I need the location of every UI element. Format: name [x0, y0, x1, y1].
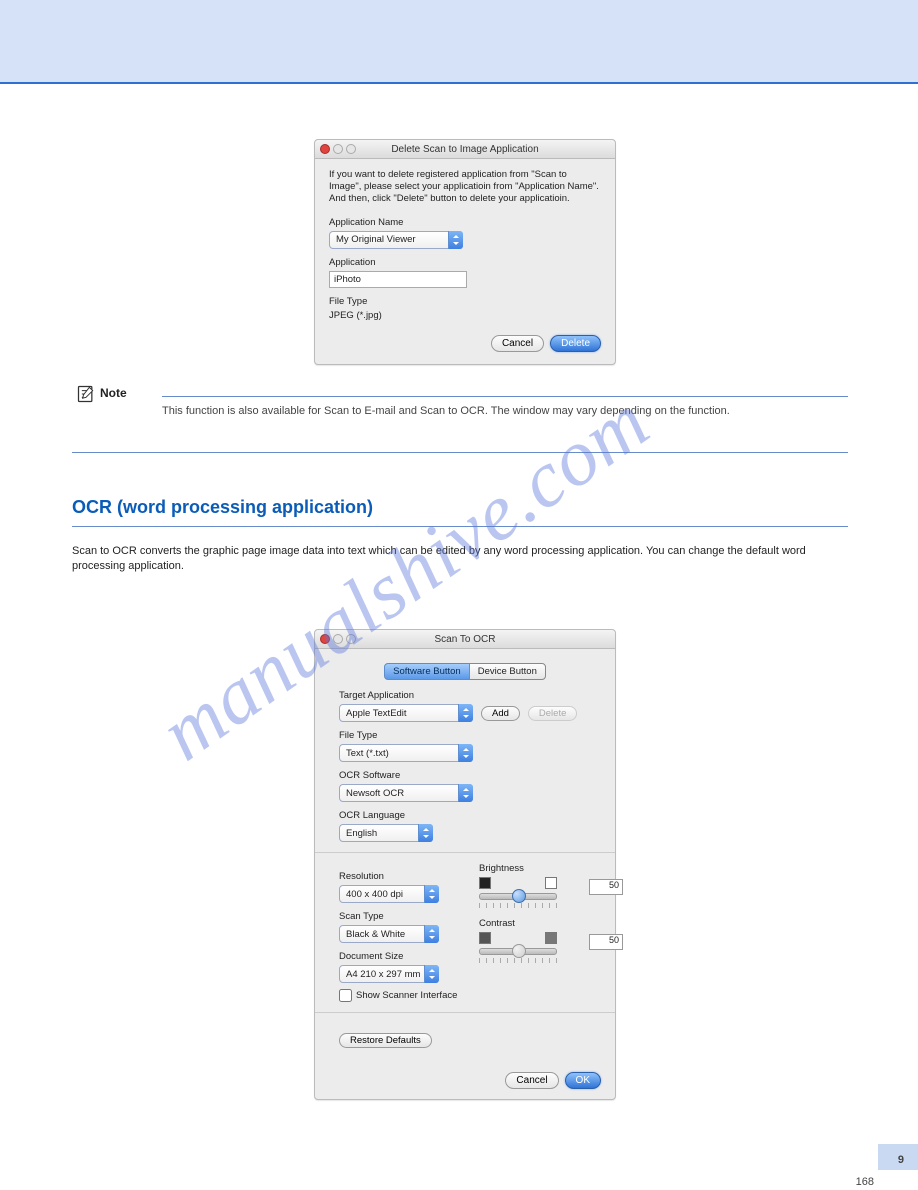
instruction-text: If you want to delete registered applica…: [329, 169, 601, 205]
document-size-label: Document Size: [339, 951, 459, 962]
appname-label: Application Name: [329, 217, 601, 228]
scan-type-value: Black & White: [346, 929, 405, 940]
application-value: iPhoto: [334, 274, 361, 285]
divider: [72, 452, 848, 453]
brightness-slider[interactable]: [479, 893, 557, 900]
delete-button[interactable]: Delete: [550, 335, 601, 352]
chevron-down-icon: [418, 824, 433, 842]
brightness-value[interactable]: 50: [589, 879, 623, 895]
ocr-software-select[interactable]: Newsoft OCR: [339, 784, 473, 802]
ocr-software-label: OCR Software: [339, 770, 591, 781]
header-band: [0, 0, 918, 84]
delete-button: Delete: [528, 706, 577, 721]
divider: [315, 852, 615, 853]
swatch-light-icon: [545, 877, 557, 889]
section-number: 9: [898, 1154, 904, 1166]
note-label: Note: [100, 386, 127, 400]
section-paragraph: Scan to OCR converts the graphic page im…: [72, 544, 848, 574]
resolution-select[interactable]: 400 x 400 dpi: [339, 885, 439, 903]
page-number: 168: [856, 1176, 874, 1188]
cancel-button[interactable]: Cancel: [505, 1072, 558, 1089]
add-button[interactable]: Add: [481, 706, 520, 721]
contrast-value[interactable]: 50: [589, 934, 623, 950]
show-scanner-checkbox[interactable]: [339, 989, 352, 1002]
chevron-down-icon: [424, 965, 439, 983]
target-app-select[interactable]: Apple TextEdit: [339, 704, 473, 722]
appname-select[interactable]: My Original Viewer: [329, 231, 463, 249]
ocr-language-select[interactable]: English: [339, 824, 433, 842]
tab-device-button[interactable]: Device Button: [469, 663, 546, 680]
swatch-high-contrast-icon: [545, 932, 557, 944]
titlebar: Delete Scan to Image Application: [315, 140, 615, 159]
slider-thumb[interactable]: [512, 944, 526, 958]
tab-bar: Software Button Device Button: [315, 663, 615, 680]
application-label: Application: [329, 257, 601, 268]
chevron-down-icon: [458, 704, 473, 722]
section-heading: OCR (word processing application): [72, 497, 373, 518]
titlebar: Scan To OCR: [315, 630, 615, 649]
dialog-title: Scan To OCR: [315, 634, 615, 645]
ocr-software-value: Newsoft OCR: [346, 788, 404, 799]
target-app-value: Apple TextEdit: [346, 708, 407, 719]
swatch-low-contrast-icon: [479, 932, 491, 944]
restore-defaults-button[interactable]: Restore Defaults: [339, 1033, 432, 1048]
target-app-label: Target Application: [339, 690, 591, 701]
ocr-language-value: English: [346, 828, 377, 839]
application-field: iPhoto: [329, 271, 467, 288]
contrast-slider[interactable]: [479, 948, 557, 955]
scan-to-ocr-dialog: Scan To OCR Software Button Device Butto…: [314, 629, 616, 1100]
chevron-down-icon: [448, 231, 463, 249]
ocr-language-label: OCR Language: [339, 810, 591, 821]
tab-software-button[interactable]: Software Button: [384, 663, 470, 680]
show-scanner-label: Show Scanner Interface: [356, 990, 457, 1001]
ok-button[interactable]: OK: [565, 1072, 601, 1089]
scan-type-select[interactable]: Black & White: [339, 925, 439, 943]
note-text: This function is also available for Scan…: [162, 396, 848, 439]
filetype-value: Text (*.txt): [346, 748, 389, 759]
chevron-down-icon: [458, 784, 473, 802]
filetype-label: File Type: [339, 730, 591, 741]
divider: [72, 526, 848, 527]
appname-value: My Original Viewer: [336, 234, 416, 245]
document-size-select[interactable]: A4 210 x 297 mm: [339, 965, 439, 983]
dialog-title: Delete Scan to Image Application: [315, 144, 615, 155]
slider-ticks: [479, 958, 557, 963]
divider: [315, 1012, 615, 1013]
filetype-label: File Type: [329, 296, 601, 307]
scan-type-label: Scan Type: [339, 911, 459, 922]
contrast-label: Contrast: [479, 918, 591, 929]
delete-app-dialog: Delete Scan to Image Application If you …: [314, 139, 616, 365]
cancel-button[interactable]: Cancel: [491, 335, 544, 352]
chevron-down-icon: [424, 885, 439, 903]
document-size-value: A4 210 x 297 mm: [346, 969, 420, 980]
resolution-value: 400 x 400 dpi: [346, 889, 403, 900]
filetype-value: JPEG (*.jpg): [329, 310, 601, 321]
slider-ticks: [479, 903, 557, 908]
chevron-down-icon: [424, 925, 439, 943]
swatch-dark-icon: [479, 877, 491, 889]
filetype-select[interactable]: Text (*.txt): [339, 744, 473, 762]
resolution-label: Resolution: [339, 871, 459, 882]
chevron-down-icon: [458, 744, 473, 762]
note-icon: [76, 384, 96, 404]
slider-thumb[interactable]: [512, 889, 526, 903]
brightness-label: Brightness: [479, 863, 591, 874]
